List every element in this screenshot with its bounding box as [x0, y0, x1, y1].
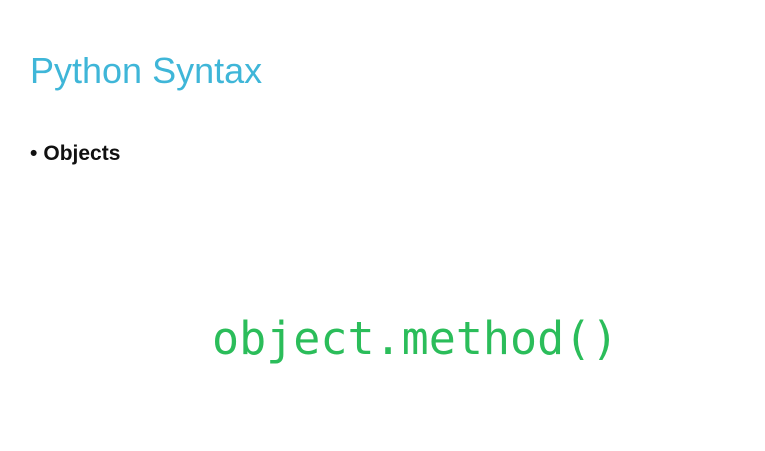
slide: Python Syntax • Objects object.method(): [0, 0, 765, 451]
bullet-marker: •: [30, 142, 38, 165]
bullet-text: Objects: [43, 142, 121, 165]
slide-title: Python Syntax: [30, 50, 263, 91]
code-example: object.method(): [212, 312, 619, 365]
bullet-item: • Objects: [30, 142, 120, 166]
